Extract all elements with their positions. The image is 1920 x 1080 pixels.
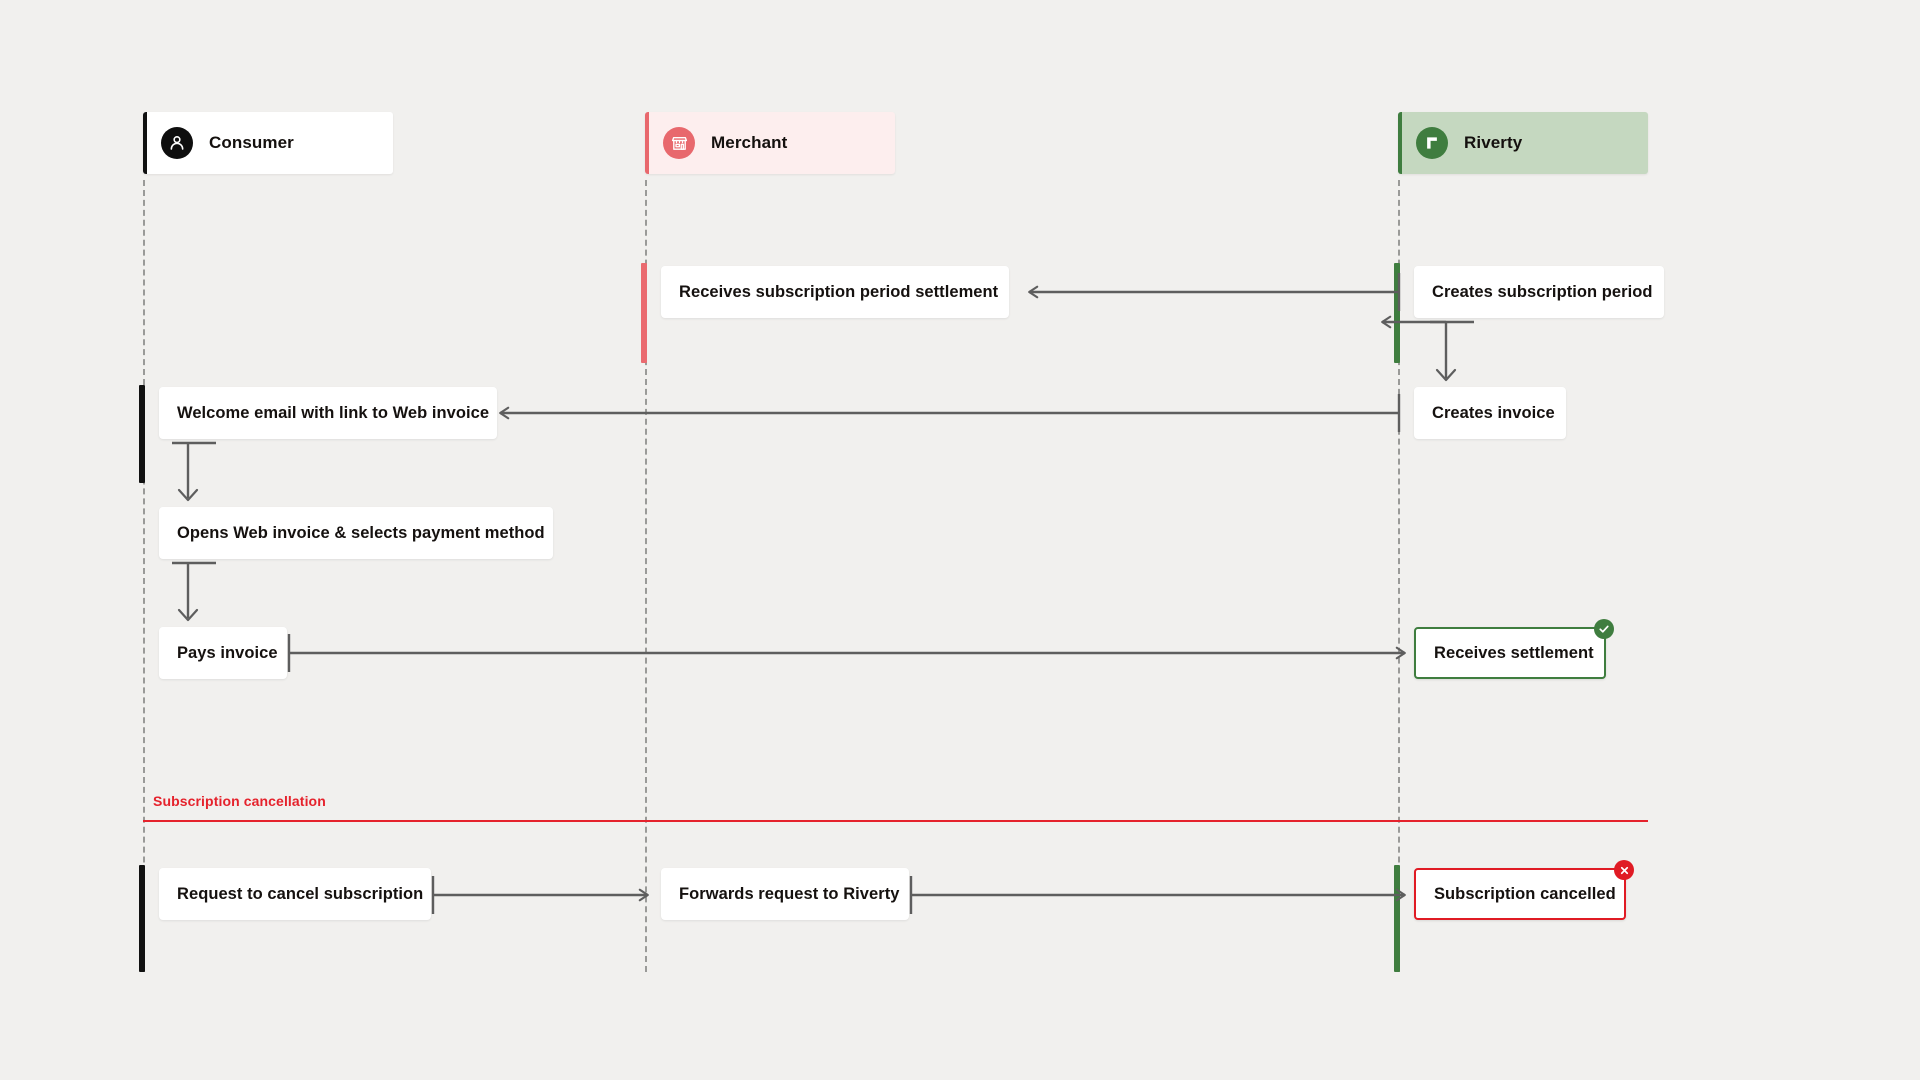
arrow-consumer-self-opens-web-invoice bbox=[172, 441, 216, 502]
actor-header-merchant[interactable]: Merchant bbox=[645, 112, 895, 174]
message-label: Pays invoice bbox=[177, 643, 278, 662]
sequence-diagram: Consumer Merchant Riverty Receives subsc… bbox=[0, 0, 1920, 1080]
arrow-riverty-to-merchant-settlement bbox=[1028, 273, 1401, 311]
activation-bar-riverty-cancellation bbox=[1394, 865, 1400, 972]
activation-bar-consumer-onboarding bbox=[139, 385, 145, 483]
message-box-forwards-request-to-riverty[interactable]: Forwards request to Riverty bbox=[661, 868, 909, 920]
actor-label-merchant: Merchant bbox=[711, 133, 788, 152]
message-box-subscription-cancelled[interactable]: Subscription cancelled bbox=[1414, 860, 1634, 920]
arrow-riverty-to-consumer-welcome-email bbox=[499, 394, 1401, 432]
cross-icon bbox=[1614, 860, 1634, 880]
message-label: Receives subscription period settlement bbox=[679, 282, 999, 301]
message-box-request-to-cancel-subscription[interactable]: Request to cancel subscription bbox=[159, 868, 431, 920]
activation-bar-merchant-settlement bbox=[641, 263, 647, 363]
separator-line bbox=[143, 820, 1648, 822]
message-box-creates-invoice[interactable]: Creates invoice bbox=[1414, 387, 1566, 439]
arrow-consumer-self-pays-invoice bbox=[172, 561, 216, 622]
message-box-pays-invoice[interactable]: Pays invoice bbox=[159, 627, 287, 679]
message-box-receives-settlement[interactable]: Receives settlement bbox=[1414, 619, 1614, 679]
message-label: Welcome email with link to Web invoice bbox=[177, 403, 490, 422]
message-label: Creates subscription period bbox=[1432, 282, 1653, 301]
actor-accent-bar-consumer bbox=[143, 112, 147, 174]
message-label: Creates invoice bbox=[1432, 403, 1555, 422]
actor-header-consumer[interactable]: Consumer bbox=[143, 112, 393, 174]
actor-accent-bar-merchant bbox=[645, 112, 649, 174]
storefront-icon bbox=[663, 127, 695, 159]
arrow-consumer-to-riverty-pays-invoice bbox=[287, 634, 1406, 672]
message-box-opens-web-invoice-selects-payment-method[interactable]: Opens Web invoice & selects payment meth… bbox=[159, 507, 553, 559]
message-box-welcome-email-with-link-to-web-invoice[interactable]: Welcome email with link to Web invoice bbox=[159, 387, 497, 439]
actor-label-consumer: Consumer bbox=[209, 133, 294, 152]
riverty-logo-icon bbox=[1416, 127, 1448, 159]
activation-bar-consumer-cancellation bbox=[139, 865, 145, 972]
message-label: Forwards request to Riverty bbox=[679, 884, 900, 903]
arrow-consumer-to-merchant-cancel-request bbox=[431, 876, 649, 914]
message-label: Opens Web invoice & selects payment meth… bbox=[177, 523, 545, 542]
message-box-creates-subscription-period[interactable]: Creates subscription period bbox=[1414, 266, 1664, 318]
actor-label-riverty: Riverty bbox=[1464, 133, 1523, 152]
message-box-receives-subscription-period-settlement[interactable]: Receives subscription period settlement bbox=[661, 266, 1009, 318]
message-label: Subscription cancelled bbox=[1434, 884, 1616, 903]
arrow-merchant-to-riverty-forwards-request bbox=[909, 876, 1406, 914]
check-icon bbox=[1594, 619, 1614, 639]
separator-label-subscription-cancellation: Subscription cancellation bbox=[153, 793, 326, 809]
actor-accent-bar-riverty bbox=[1398, 112, 1402, 174]
lifeline-consumer bbox=[143, 180, 145, 972]
activation-bar-riverty-subscription bbox=[1394, 263, 1400, 363]
message-label: Request to cancel subscription bbox=[177, 884, 424, 903]
message-label: Receives settlement bbox=[1434, 643, 1594, 662]
person-icon bbox=[161, 127, 193, 159]
actor-header-riverty[interactable]: Riverty bbox=[1398, 112, 1648, 174]
